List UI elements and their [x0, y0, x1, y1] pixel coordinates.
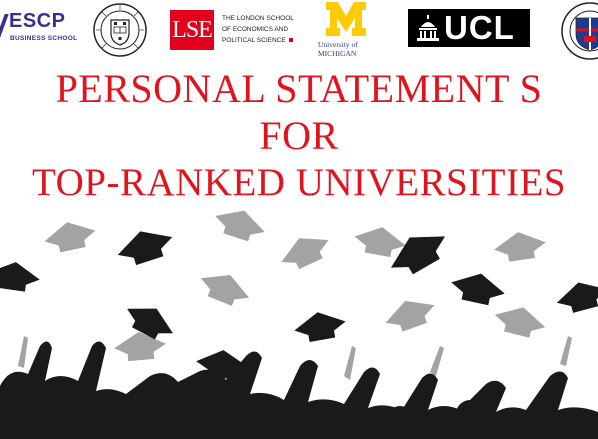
lse-full-name: THE LONDON SCHOOL OF ECONOMICS AND POLIT… — [222, 13, 302, 46]
edinburgh-crest-icon — [561, 2, 598, 60]
escp-subtitle: BUSINESS SCHOOL — [10, 35, 78, 42]
michigan-line-2: MICHIGAN — [318, 49, 357, 58]
michigan-logo: University of MICHIGAN — [316, 2, 376, 62]
graduation-cap-icon — [492, 228, 548, 264]
graduation-cap-icon — [0, 258, 42, 294]
edinburgh-seal-logo — [560, 0, 598, 62]
graduation-cap-icon — [553, 275, 598, 317]
escp-name: ESCP — [9, 10, 66, 32]
lse-line-3-wrap: POLITICAL SCIENCE — [222, 35, 302, 46]
graduation-cap-icon — [448, 267, 508, 309]
crowd-silhouette — [0, 341, 598, 439]
graduation-cap-icon — [41, 216, 99, 256]
graduation-cap-icon — [113, 222, 177, 270]
oxford-crest-icon — [93, 3, 147, 57]
lse-line-1: THE LONDON SCHOOL — [222, 15, 294, 22]
graduation-cap-toss-illustration — [0, 202, 598, 439]
graduation-cap-icon — [380, 291, 440, 337]
michigan-line-1: University of — [318, 40, 358, 49]
escp-slash-mark — [0, 14, 9, 40]
ucl-name: UCL — [444, 9, 515, 46]
ucl-dome-icon — [417, 15, 439, 41]
graduation-cap-icon — [195, 265, 255, 311]
graduation-cap-icon — [275, 227, 335, 275]
graduation-cap-icon — [112, 329, 168, 363]
graduation-cap-icon — [291, 307, 349, 345]
escp-logo: ESCP BUSINESS SCHOOL — [0, 8, 77, 48]
graduation-cap-icon — [382, 221, 454, 283]
lse-line-2: OF ECONOMICS AND — [222, 26, 289, 33]
lse-mark: LSE — [170, 10, 214, 50]
oxford-seal-logo — [92, 0, 148, 60]
lse-logo: LSE THE LONDON SCHOOL OF ECONOMICS AND P… — [170, 10, 300, 50]
michigan-name: University of MICHIGAN — [318, 40, 378, 58]
headline-line-1: PERSONAL STATEMENT S — [55, 66, 543, 111]
lse-red-square — [288, 38, 293, 42]
graduation-cap-icon — [491, 301, 549, 341]
michigan-block-m-icon — [326, 2, 366, 36]
headline-line-2: FOR — [259, 113, 339, 158]
lse-line-3: POLITICAL SCIENCE — [222, 37, 286, 44]
ucl-logo: UCL — [408, 9, 530, 47]
graduation-cap-icon — [210, 202, 270, 246]
university-logo-strip: ESCP BUSINESS SCHOOL LSE THE LONDON SCHO… — [0, 0, 598, 64]
